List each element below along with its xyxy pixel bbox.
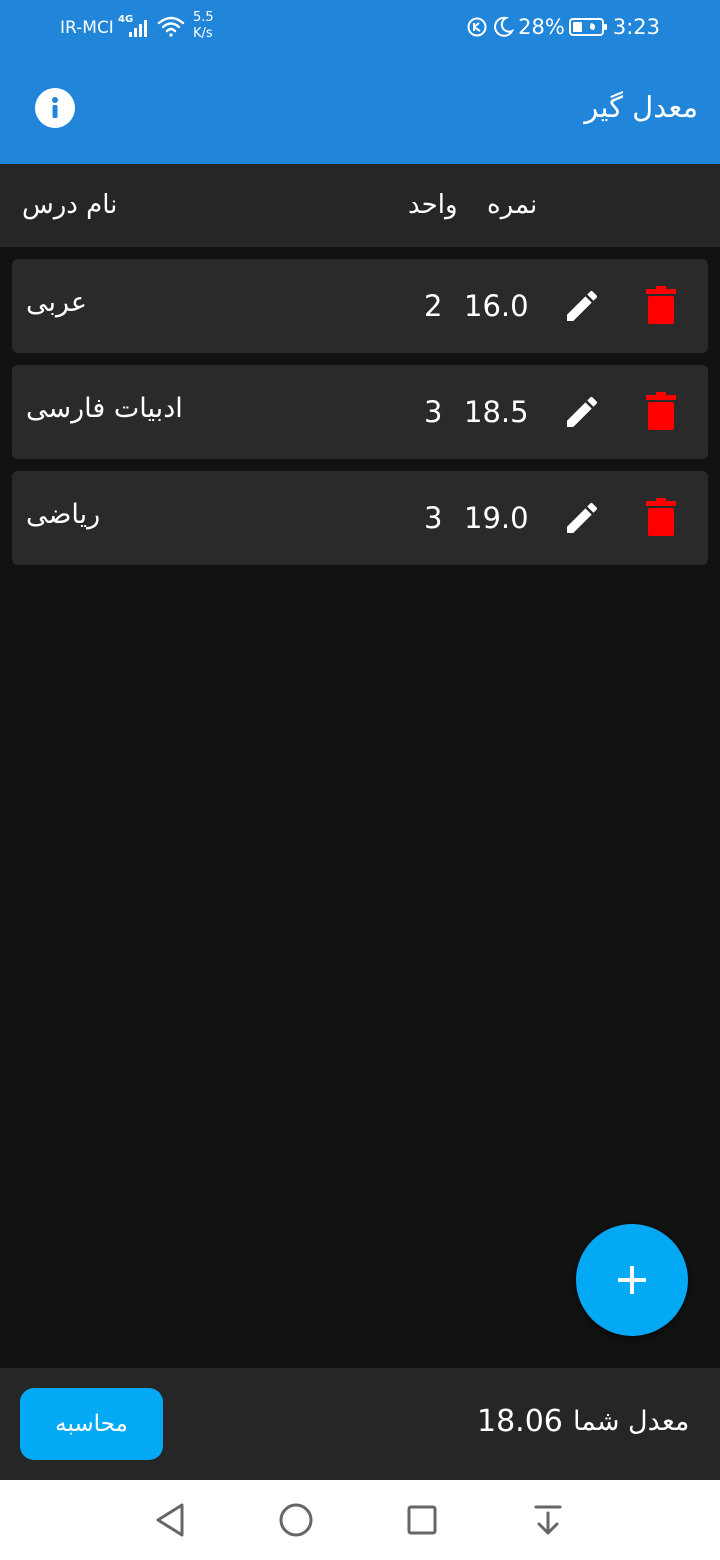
course-unit: 3 xyxy=(424,395,443,429)
bottom-bar: محاسبه 18.06 معدل شما xyxy=(0,1368,720,1480)
app-title: معدل گیر xyxy=(584,90,698,124)
course-grade: 19.0 xyxy=(464,501,529,535)
average-label: معدل شما xyxy=(573,1406,690,1437)
top-area: IR-MCI 4G 5.5 K/s 28% 3:23 معدل گیر xyxy=(0,0,720,164)
edit-button[interactable] xyxy=(562,392,602,436)
course-card[interactable]: ریاضی 3 19.0 xyxy=(12,471,708,565)
delete-button[interactable] xyxy=(646,391,676,435)
battery-icon xyxy=(568,17,609,37)
course-card[interactable]: ادبیات فارسی 3 18.5 xyxy=(12,365,708,459)
course-name: ریاضی xyxy=(26,499,101,530)
delete-button[interactable] xyxy=(646,285,676,329)
home-circle-icon xyxy=(279,1503,313,1537)
trash-icon xyxy=(646,286,676,324)
status-bar: IR-MCI 4G 5.5 K/s 28% 3:23 xyxy=(0,0,720,56)
delete-button[interactable] xyxy=(646,497,676,541)
speed-value: 5.5 xyxy=(193,10,214,25)
header-unit: واحد xyxy=(408,190,458,220)
course-unit: 3 xyxy=(424,501,443,535)
course-card[interactable]: عربی 2 16.0 xyxy=(12,259,708,353)
course-unit: 2 xyxy=(424,289,443,323)
edit-button[interactable] xyxy=(562,286,602,330)
average-value: 18.06 xyxy=(477,1404,563,1439)
info-icon xyxy=(52,97,58,118)
app-bar: معدل گیر xyxy=(0,56,720,164)
nav-notification-button[interactable] xyxy=(528,1500,568,1540)
table-header: نام درس واحد نمره xyxy=(0,164,720,247)
pencil-icon xyxy=(567,396,598,427)
nav-back-button[interactable] xyxy=(150,1500,190,1540)
calculate-button[interactable]: محاسبه xyxy=(20,1388,163,1460)
pencil-icon xyxy=(567,290,598,321)
info-button[interactable] xyxy=(35,88,75,128)
carrier-name: IR-MCI xyxy=(60,18,114,38)
trash-icon xyxy=(646,498,676,536)
plus-icon xyxy=(618,1266,646,1294)
nav-home-button[interactable] xyxy=(276,1500,316,1540)
network-speed: 5.5 K/s xyxy=(193,10,214,42)
add-course-button[interactable] xyxy=(576,1224,688,1336)
system-nav-bar xyxy=(0,1480,720,1560)
moon-icon xyxy=(492,16,515,38)
course-name: ادبیات فارسی xyxy=(26,393,183,424)
data-saver-icon xyxy=(466,16,488,38)
pencil-icon xyxy=(567,502,598,533)
status-right-group: 28% 3:23 xyxy=(466,15,660,39)
pull-down-icon xyxy=(534,1505,562,1535)
wifi-icon xyxy=(157,15,185,43)
recents-square-icon xyxy=(407,1505,437,1535)
course-grade: 16.0 xyxy=(464,289,529,323)
edit-button[interactable] xyxy=(562,498,602,542)
back-triangle-icon xyxy=(156,1503,184,1537)
speed-unit: K/s xyxy=(193,26,213,41)
header-grade: نمره xyxy=(487,190,538,220)
header-course-name: نام درس xyxy=(22,190,118,220)
clock: 3:23 xyxy=(612,15,660,39)
trash-icon xyxy=(646,392,676,430)
course-name: عربی xyxy=(26,287,88,318)
signal-icon xyxy=(128,16,152,42)
nav-recents-button[interactable] xyxy=(402,1500,442,1540)
battery-percent: 28% xyxy=(518,15,565,39)
course-grade: 18.5 xyxy=(464,395,529,429)
